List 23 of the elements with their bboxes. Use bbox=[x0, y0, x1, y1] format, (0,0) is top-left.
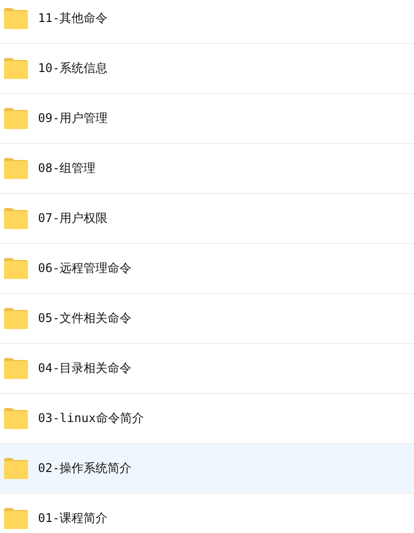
folder-icon bbox=[4, 308, 28, 329]
folder-icon bbox=[4, 408, 28, 429]
folder-icon bbox=[4, 208, 28, 229]
folder-icon bbox=[4, 158, 28, 179]
folder-name: 11-其他命令 bbox=[38, 10, 108, 27]
folder-name: 10-系统信息 bbox=[38, 60, 108, 77]
folder-name: 01-课程简介 bbox=[38, 510, 108, 527]
folder-name: 07-用户权限 bbox=[38, 210, 108, 227]
folder-name: 02-操作系统简介 bbox=[38, 460, 132, 477]
folder-name: 03-linux命令简介 bbox=[38, 410, 144, 427]
folder-icon bbox=[4, 58, 28, 79]
folder-icon bbox=[4, 108, 28, 129]
folder-icon bbox=[4, 508, 28, 529]
folder-name: 05-文件相关命令 bbox=[38, 310, 132, 327]
folder-icon bbox=[4, 458, 28, 479]
folder-name: 06-远程管理命令 bbox=[38, 260, 132, 277]
folder-name: 09-用户管理 bbox=[38, 110, 108, 127]
folder-name: 08-组管理 bbox=[38, 160, 96, 177]
folder-row[interactable]: 02-操作系统简介 bbox=[0, 444, 414, 494]
folder-icon bbox=[4, 258, 28, 279]
folder-icon bbox=[4, 358, 28, 379]
folder-name: 04-目录相关命令 bbox=[38, 360, 132, 377]
folder-icon bbox=[4, 8, 28, 29]
